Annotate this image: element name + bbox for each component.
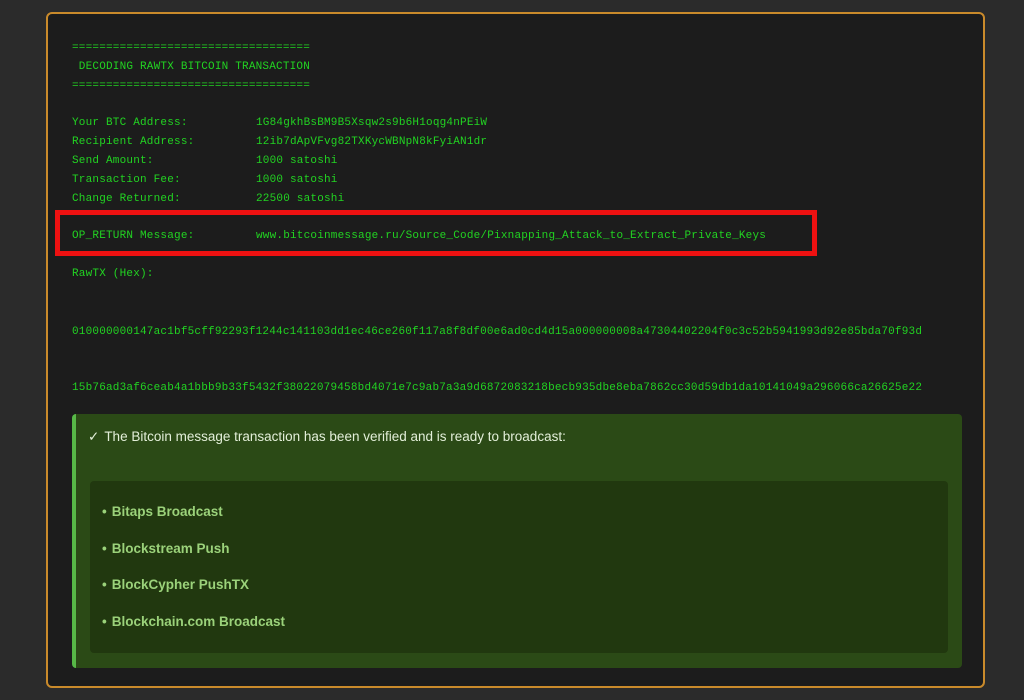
field-label: Recipient Address: (72, 136, 195, 148)
field-value: 1000 satoshi (256, 174, 338, 186)
check-icon: ✓ (88, 429, 100, 444)
bullet-icon: • (102, 577, 107, 592)
link-label: BlockCypher PushTX (111, 577, 250, 592)
link-label: Bitaps Broadcast (111, 504, 223, 519)
bullet-icon: • (102, 614, 107, 629)
link-label: Blockstream Push (111, 541, 230, 556)
rawtx-hex-line: 15b76ad3af6ceab4a1bbb9b33f5432f380220794… (72, 381, 923, 394)
field-label: Transaction Fee: (72, 174, 181, 186)
broadcast-link-bitaps[interactable]: • Bitaps Broadcast (102, 504, 223, 519)
link-label: Blockchain.com Broadcast (111, 614, 286, 629)
field-value: 1G84gkhBsBM9B5Xsqw2s9b6H1oqg4nPEiW (256, 117, 488, 129)
bullet-icon: • (102, 541, 107, 556)
header-rule-bottom: =================================== (72, 80, 311, 92)
field-value: 1000 satoshi (256, 155, 338, 167)
field-value: 22500 satoshi (256, 193, 345, 205)
op-return-label: OP_RETURN Message: (72, 230, 195, 242)
header-rule-top: =================================== (72, 42, 311, 54)
page-title: DECODING RAWTX BITCOIN TRANSACTION (72, 61, 311, 73)
broadcast-links-list: • Bitaps Broadcast • Blockstream Push • Blo… (90, 481, 948, 653)
transaction-panel: =================================== DECO… (46, 12, 985, 688)
verification-text: The Bitcoin message transaction has been… (104, 429, 566, 444)
broadcast-link-blockchain-com[interactable]: • Blockchain.com Broadcast (102, 614, 285, 629)
field-label: Your BTC Address: (72, 117, 188, 129)
field-label: Change Returned: (72, 193, 181, 205)
field-label: Send Amount: (72, 155, 154, 167)
broadcast-link-blockcypher[interactable]: • BlockCypher PushTX (102, 577, 249, 592)
broadcast-link-blockstream[interactable]: • Blockstream Push (102, 541, 230, 556)
rawtx-label: RawTX (Hex): (72, 268, 154, 280)
verification-box: ✓ The Bitcoin message transaction has bee… (72, 414, 962, 668)
rawtx-hex-line: 010000000147ac1bf5cff92293f1244c141103dd… (72, 326, 923, 339)
op-return-value: www.bitcoinmessage.ru/Source_Code/Pixnap… (256, 230, 767, 242)
bullet-icon: • (102, 504, 107, 519)
verification-message: ✓ The Bitcoin message transaction has bee… (88, 429, 566, 445)
field-value: 12ib7dApVFvg82TXKycWBNpN8kFyiAN1dr (256, 136, 488, 148)
